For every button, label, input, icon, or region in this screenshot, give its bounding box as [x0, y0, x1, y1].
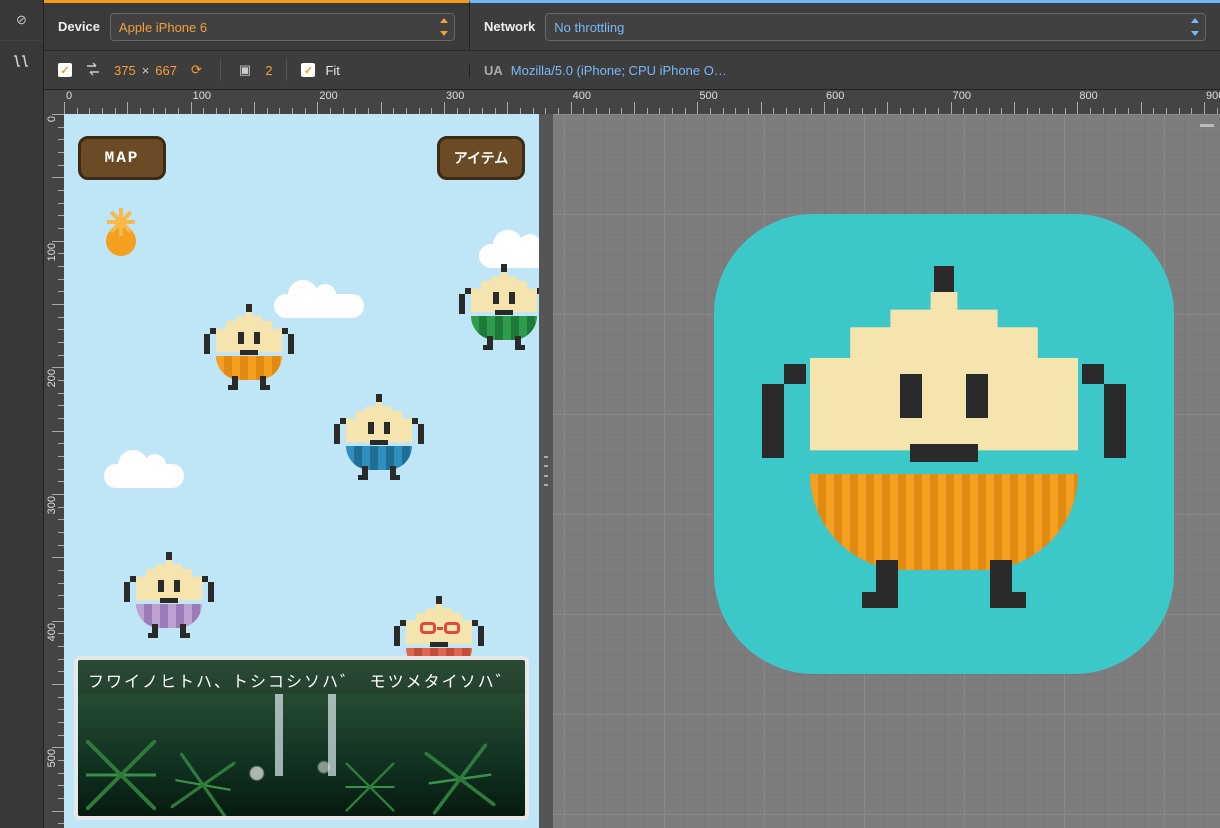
game-character[interactable] — [334, 394, 424, 484]
viewport-width[interactable]: 375 — [114, 63, 136, 78]
device-toolbar-row1: Device Apple iPhone 6 Network No throttl… — [44, 0, 1220, 50]
cloud-icon — [104, 464, 184, 488]
divider — [286, 59, 287, 81]
device-toolbar-row2: ✓ 375×667 ⟳ ▣ 2 ✓ Fit UA Mozilla/5.0 (iP… — [44, 50, 1220, 90]
devtools-gutter: ⊘ — [0, 0, 44, 828]
game-character[interactable] — [204, 304, 294, 394]
viewport-height[interactable]: 667 — [155, 63, 177, 78]
device-label: Device — [58, 19, 100, 34]
emulate-resolution-checkbox[interactable]: ✓ — [58, 63, 72, 77]
no-entry-icon[interactable]: ⊘ — [0, 0, 43, 40]
network-select[interactable]: No throttling — [545, 13, 1206, 41]
map-button[interactable]: MAP — [78, 136, 166, 180]
settings-icon[interactable] — [0, 40, 43, 80]
device-select[interactable]: Apple iPhone 6 — [110, 13, 455, 41]
swap-dimensions-icon[interactable] — [82, 60, 104, 81]
dialog-image — [78, 694, 525, 816]
viewport-resize-handle[interactable] — [539, 114, 553, 828]
fit-checkbox[interactable]: ✓ — [301, 63, 315, 77]
dpr-icon[interactable]: ▣ — [235, 60, 255, 80]
design-canvas[interactable]: MAP アイテム — [64, 114, 1220, 828]
dialog-text: フワイノヒトハ、トシコシソハ゛ モツメタイソハ゛ — [88, 668, 515, 692]
app-icon-artboard[interactable] — [714, 214, 1174, 674]
user-agent-string[interactable]: Mozilla/5.0 (iPhone; CPU iPhone O… — [511, 63, 1206, 78]
ua-label: UA — [484, 63, 503, 78]
item-button[interactable]: アイテム — [437, 136, 525, 180]
sun-icon — [94, 214, 148, 268]
game-character[interactable] — [459, 264, 539, 354]
ruler-horizontal: 0100200300400500600700800900 — [44, 90, 1220, 114]
emulated-viewport[interactable]: MAP アイテム — [64, 114, 539, 828]
fit-label: Fit — [325, 63, 339, 78]
device-pixel-ratio[interactable]: 2 — [265, 63, 272, 78]
reset-icon[interactable]: ⟳ — [187, 60, 206, 80]
viewport-dimensions: 375×667 — [114, 63, 177, 78]
game-character — [764, 264, 1124, 624]
divider — [220, 59, 221, 81]
game-character[interactable] — [124, 552, 214, 642]
ruler-vertical: 0100200300400500 — [44, 114, 64, 828]
dialog-box[interactable]: フワイノヒトハ、トシコシソハ゛ モツメタイソハ゛ — [74, 656, 529, 820]
network-label: Network — [484, 19, 535, 34]
panel-minimize-icon[interactable] — [1200, 124, 1214, 127]
